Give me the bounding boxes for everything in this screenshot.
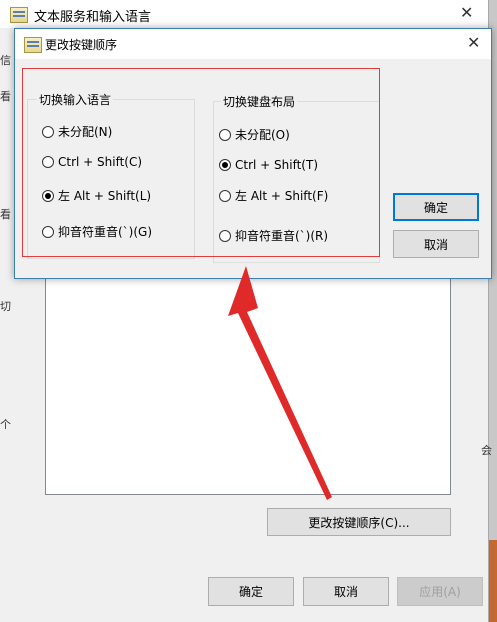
truncated-label: 信 — [0, 54, 11, 67]
radio-button-icon — [42, 156, 54, 168]
radio-label: 未分配(N) — [58, 125, 113, 139]
truncated-label: 个 — [0, 418, 11, 431]
apply-button[interactable]: 应用(A) — [397, 577, 483, 606]
truncated-label: 切 — [0, 300, 11, 313]
dialog-titlebar: 更改按键顺序 ✕ — [15, 29, 491, 59]
dialog-ok-button[interactable]: 确定 — [393, 193, 479, 221]
switch-keyboard-layout-legend: 切换键盘布局 — [221, 93, 298, 110]
hotkey-list[interactable] — [45, 250, 451, 495]
radio-input-ctrl-shift[interactable]: Ctrl + Shift(C) — [42, 155, 142, 169]
radio-button-icon — [42, 225, 54, 238]
radio-layout-left-alt-shift[interactable]: 左 Alt + Shift(F) — [219, 187, 328, 204]
radio-label: 未分配(O) — [235, 128, 290, 142]
change-key-sequence-dialog: 更改按键顺序 ✕ 切换输入语言 未分配(N) Ctrl + Shift(C) 左… — [14, 28, 492, 279]
app-keyboard-icon — [10, 7, 28, 23]
change-key-sequence-button[interactable]: 更改按键顺序(C)... — [267, 508, 451, 536]
radio-button-icon — [219, 229, 231, 242]
parent-titlebar: 文本服务和输入语言 ✕ — [0, 0, 488, 28]
truncated-label: 看 — [0, 208, 11, 221]
radio-label: Ctrl + Shift(C) — [58, 155, 143, 169]
cancel-button[interactable]: 取消 — [303, 577, 389, 606]
dialog-title: 更改按键顺序 — [45, 38, 118, 52]
radio-label: Ctrl + Shift(T) — [235, 158, 319, 172]
app-keyboard-icon — [24, 37, 42, 53]
radio-label: 左 Alt + Shift(L) — [58, 189, 152, 203]
radio-button-icon — [219, 128, 231, 141]
radio-label: 抑音符重音(`)(R) — [235, 229, 329, 243]
radio-layout-unassigned[interactable]: 未分配(O) — [219, 126, 290, 143]
radio-label: 抑音符重音(`)(G) — [58, 225, 153, 239]
radio-label: 左 Alt + Shift(F) — [235, 189, 329, 203]
parent-window-title: 文本服务和输入语言 — [34, 10, 152, 25]
radio-input-unassigned[interactable]: 未分配(N) — [42, 123, 112, 140]
dialog-cancel-button[interactable]: 取消 — [393, 230, 479, 258]
radio-input-left-alt-shift[interactable]: 左 Alt + Shift(L) — [42, 187, 151, 204]
close-icon[interactable]: ✕ — [460, 3, 473, 22]
radio-layout-ctrl-shift[interactable]: Ctrl + Shift(T) — [219, 158, 318, 172]
switch-input-language-legend: 切换输入语言 — [37, 91, 114, 108]
radio-button-icon — [219, 159, 231, 171]
truncated-label: 看 — [0, 90, 11, 103]
radio-input-grave-accent[interactable]: 抑音符重音(`)(G) — [42, 223, 152, 240]
radio-button-icon — [42, 189, 54, 202]
close-icon[interactable]: ✕ — [467, 33, 480, 52]
radio-layout-grave-accent[interactable]: 抑音符重音(`)(R) — [219, 227, 328, 244]
radio-button-icon — [219, 189, 231, 202]
ok-button[interactable]: 确定 — [208, 577, 294, 606]
radio-button-icon — [42, 125, 54, 138]
truncated-label-right: 会 — [481, 444, 492, 457]
